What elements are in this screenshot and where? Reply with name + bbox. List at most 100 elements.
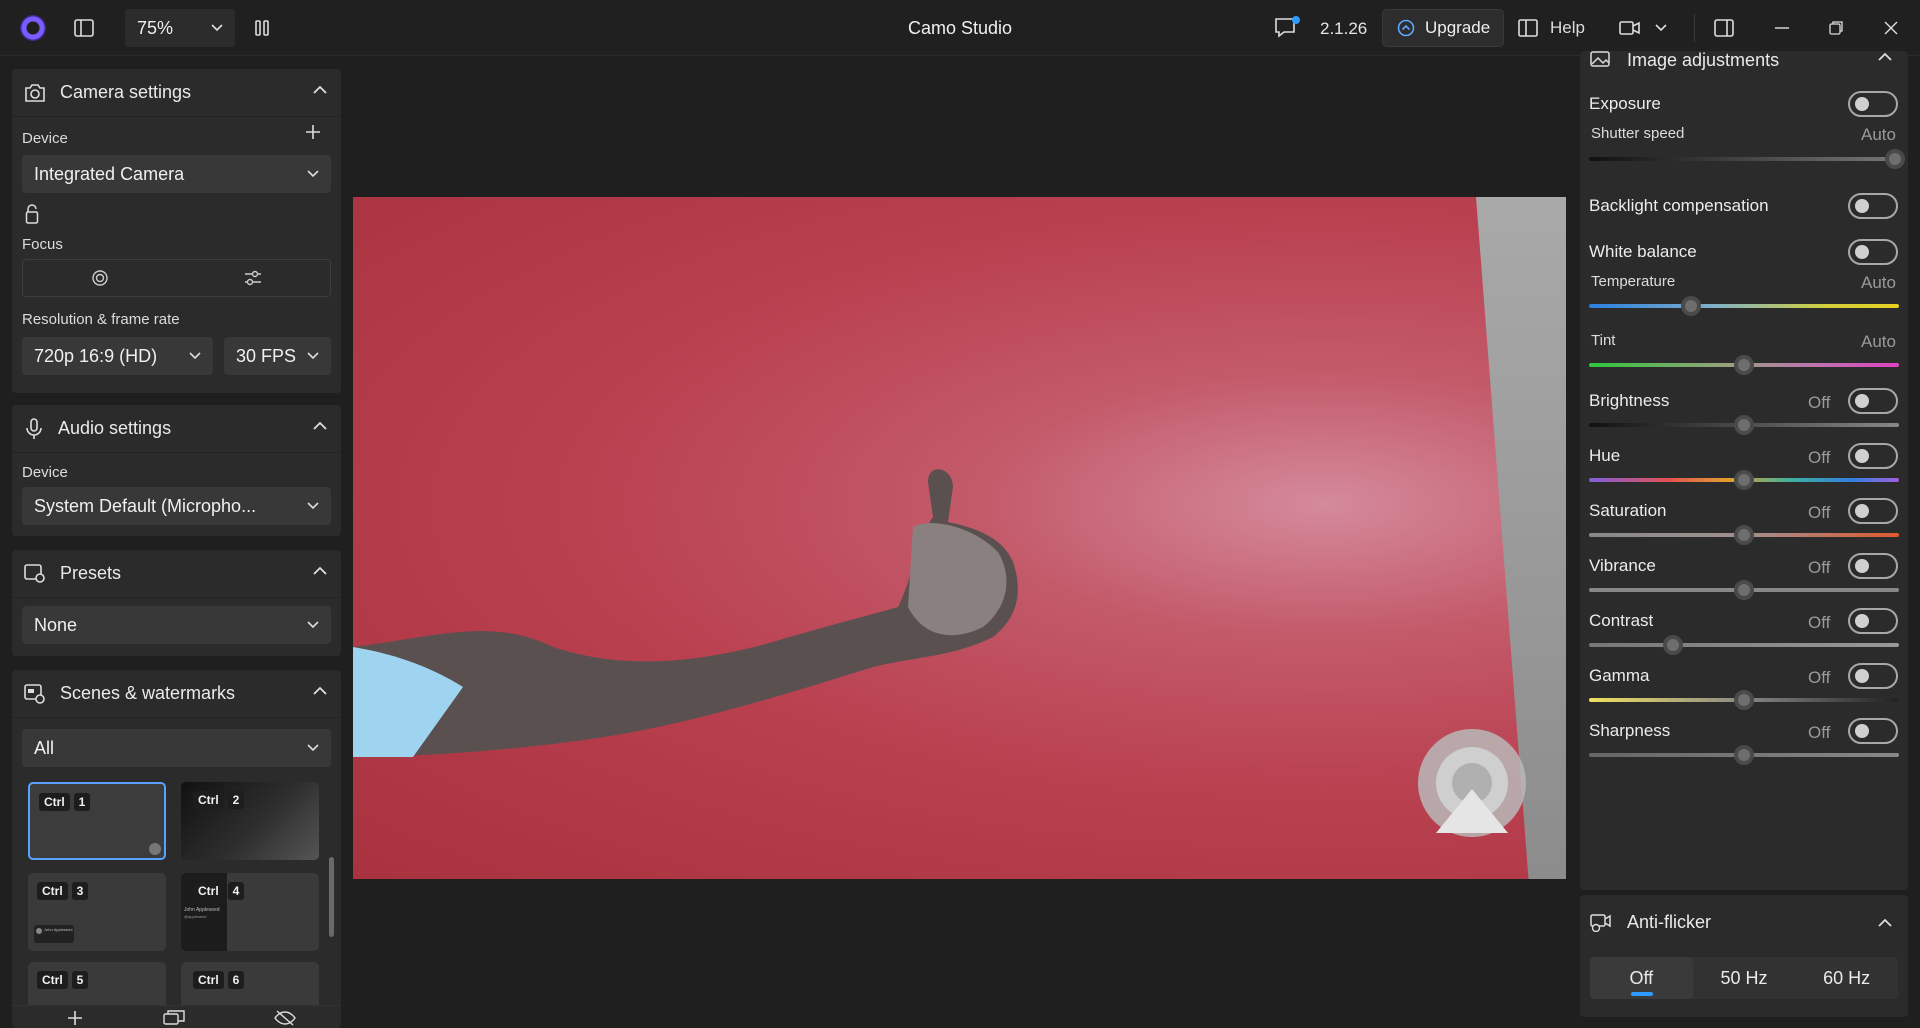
lower-third-caption: John Appleseed bbox=[44, 927, 73, 932]
zoom-select[interactable]: 75% bbox=[125, 9, 235, 47]
chevron-up-icon bbox=[313, 566, 327, 575]
sharpness-toggle[interactable] bbox=[1848, 718, 1898, 744]
vibrance-toggle[interactable] bbox=[1848, 553, 1898, 579]
camera-preview bbox=[353, 197, 1566, 879]
exposure-toggle[interactable] bbox=[1848, 91, 1898, 117]
shutter-speed-slider[interactable] bbox=[1589, 157, 1899, 161]
video-icon bbox=[1619, 21, 1640, 35]
gamma-toggle[interactable] bbox=[1848, 663, 1898, 689]
scenes-header[interactable]: Scenes & watermarks bbox=[12, 670, 341, 718]
image-adjustments-header[interactable]: Image adjustments bbox=[1580, 50, 1908, 71]
camera-settings-header[interactable]: Camera settings bbox=[12, 69, 341, 117]
tint-auto: Auto bbox=[1861, 332, 1896, 351]
feedback-icon[interactable] bbox=[1272, 14, 1302, 42]
chevron-down-icon bbox=[307, 170, 319, 178]
chevron-down-icon bbox=[307, 352, 319, 360]
focus-manual-option[interactable] bbox=[177, 260, 331, 296]
presets-title: Presets bbox=[60, 563, 122, 583]
brightness-knob[interactable] bbox=[1734, 415, 1754, 435]
brightness-state: Off bbox=[1808, 393, 1831, 412]
sidebar-toggle-icon[interactable] bbox=[72, 16, 96, 40]
camera-output-menu[interactable] bbox=[1618, 16, 1668, 40]
camera-icon bbox=[25, 83, 45, 102]
scene-card-1[interactable]: Ctrl 1 bbox=[28, 782, 166, 860]
tint-knob[interactable] bbox=[1734, 355, 1754, 375]
saturation-toggle[interactable] bbox=[1848, 498, 1898, 524]
contrast-toggle[interactable] bbox=[1848, 608, 1898, 634]
add-device-icon[interactable] bbox=[302, 121, 324, 143]
chevron-down-icon bbox=[307, 502, 319, 510]
audio-settings-section: Audio settings Device System Default (Mi… bbox=[12, 405, 341, 536]
chevron-up-icon bbox=[1878, 918, 1892, 927]
focus-mode-toggle[interactable] bbox=[22, 259, 331, 297]
sharpness-label: Sharpness bbox=[1589, 721, 1671, 740]
preset-select[interactable]: None bbox=[22, 606, 331, 644]
scene-templates-icon[interactable] bbox=[163, 1010, 185, 1026]
audio-device-select[interactable]: System Default (Micropho... bbox=[22, 487, 331, 525]
pause-icon[interactable] bbox=[250, 16, 274, 40]
minimize-icon[interactable] bbox=[1770, 16, 1794, 40]
saturation-label: Saturation bbox=[1589, 501, 1667, 520]
close-icon[interactable] bbox=[1879, 16, 1903, 40]
vibrance-knob[interactable] bbox=[1734, 580, 1754, 600]
shutter-speed-knob[interactable] bbox=[1885, 149, 1905, 169]
scenes-scrollbar[interactable] bbox=[329, 857, 334, 937]
zoom-value: 75% bbox=[137, 17, 174, 38]
white-balance-toggle[interactable] bbox=[1848, 239, 1898, 265]
scenes-filter-select[interactable]: All bbox=[22, 729, 331, 767]
saturation-state: Off bbox=[1808, 503, 1831, 522]
scene-card-2[interactable]: Ctrl 2 bbox=[181, 782, 319, 860]
sharpness-state: Off bbox=[1808, 723, 1831, 742]
focus-auto-option[interactable] bbox=[23, 260, 177, 296]
sliders-icon bbox=[245, 270, 262, 286]
anti-flicker-title: Anti-flicker bbox=[1627, 912, 1712, 932]
lock-icon[interactable] bbox=[24, 203, 40, 225]
brightness-toggle[interactable] bbox=[1848, 388, 1898, 414]
contrast-slider[interactable] bbox=[1589, 643, 1899, 647]
help-button[interactable]: Help bbox=[1518, 9, 1585, 47]
anti-flicker-option-50hz[interactable]: 50 Hz bbox=[1693, 957, 1796, 999]
side-panel-caption: John Appleseed bbox=[184, 907, 220, 913]
temperature-slider[interactable] bbox=[1589, 304, 1899, 308]
gamma-knob[interactable] bbox=[1734, 690, 1754, 710]
camo-logo-icon[interactable] bbox=[20, 15, 46, 41]
audio-settings-header[interactable]: Audio settings bbox=[12, 405, 341, 453]
scenes-filter-value: All bbox=[34, 737, 55, 758]
scenes-section: Scenes & watermarks All Ctrl 1 Ctrl 2 Ctrl… bbox=[12, 670, 341, 1028]
scene-card-4[interactable]: John Appleseed @appleseed Ctrl 4 bbox=[181, 873, 319, 951]
anti-flicker-header[interactable]: Anti-flicker bbox=[1580, 909, 1908, 937]
camera-device-select[interactable]: Integrated Camera bbox=[22, 155, 331, 193]
hue-toggle[interactable] bbox=[1848, 443, 1898, 469]
hue-knob[interactable] bbox=[1734, 470, 1754, 490]
sharpness-knob[interactable] bbox=[1734, 745, 1754, 765]
backlight-toggle[interactable] bbox=[1848, 193, 1898, 219]
fps-select[interactable]: 30 FPS bbox=[224, 337, 331, 375]
saturation-knob[interactable] bbox=[1734, 525, 1754, 545]
presets-section: Presets None bbox=[12, 550, 341, 656]
side-panel-handle: @appleseed bbox=[184, 914, 207, 919]
add-scene-icon[interactable] bbox=[67, 1010, 83, 1026]
fps-value: 30 FPS bbox=[236, 345, 297, 366]
chevron-down-icon bbox=[211, 24, 223, 32]
contrast-knob[interactable] bbox=[1663, 635, 1683, 655]
right-panel: Image adjustments Exposure Shutter speed… bbox=[1580, 50, 1908, 1028]
vibrance-label: Vibrance bbox=[1589, 556, 1656, 575]
shutter-speed-label: Shutter speed bbox=[1591, 125, 1685, 142]
chevron-down-icon bbox=[189, 352, 201, 360]
restore-icon[interactable] bbox=[1824, 16, 1848, 40]
presets-header[interactable]: Presets bbox=[12, 550, 341, 598]
anti-flicker-icon bbox=[1590, 914, 1611, 932]
scene-card-3[interactable]: Ctrl 3 John Appleseed bbox=[28, 873, 166, 951]
contrast-state: Off bbox=[1808, 613, 1831, 632]
title-bar: 75% Camo Studio 2.1.26 Upgrade Help bbox=[0, 0, 1920, 56]
right-panel-toggle-icon[interactable] bbox=[1712, 16, 1736, 40]
anti-flicker-option-60hz[interactable]: 60 Hz bbox=[1795, 957, 1898, 999]
upgrade-button[interactable]: Upgrade bbox=[1382, 9, 1504, 47]
resolution-select[interactable]: 720p 16:9 (HD) bbox=[22, 337, 213, 375]
hide-overlay-icon[interactable] bbox=[274, 1010, 296, 1026]
anti-flicker-option-off[interactable]: Off bbox=[1590, 957, 1693, 999]
temperature-knob[interactable] bbox=[1681, 296, 1701, 316]
camera-settings-title: Camera settings bbox=[60, 82, 192, 102]
audio-settings-title: Audio settings bbox=[58, 418, 172, 438]
chevron-down-icon bbox=[307, 744, 319, 752]
